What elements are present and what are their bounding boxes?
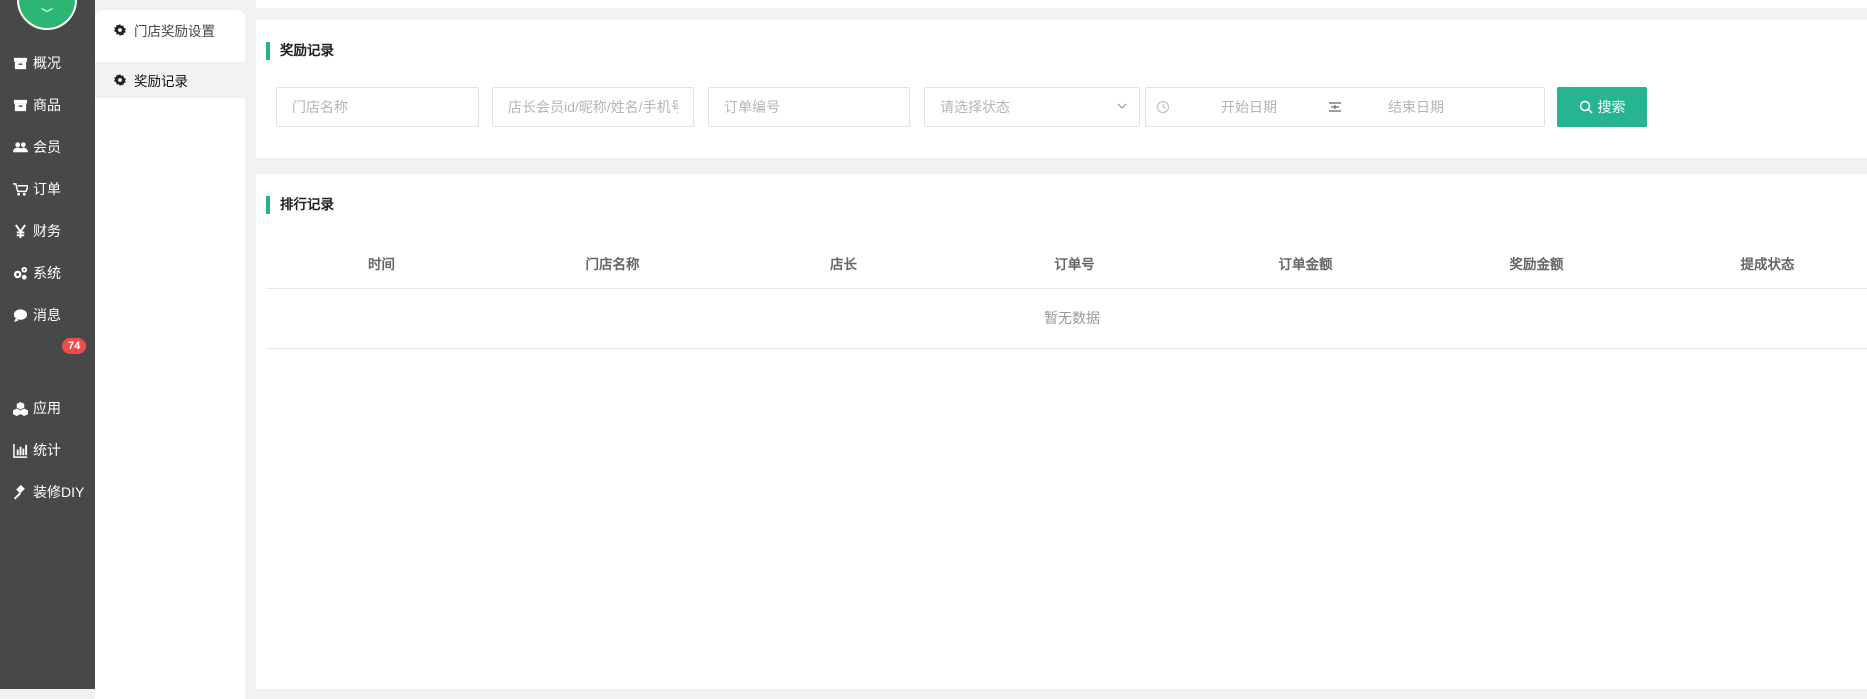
sub-sidebar: 门店奖励设置 奖励记录 [95,10,245,699]
search-button-label: 搜索 [1597,99,1626,115]
nav-label: 商品 [33,97,61,113]
divider [245,10,256,689]
column-header-order-amount: 订单金额 [1278,257,1333,272]
nav-item-messages[interactable]: 消息 [0,297,95,333]
table-row: 暂无数据 [266,289,1867,349]
column-header-time: 时间 [368,257,395,272]
nav-label: 订单 [33,181,61,197]
store-name-field[interactable] [276,87,479,127]
records-card: 排行记录 时间 门店名称 店长 订单号 订单金额 奖励金额 提成状态 暂无数据 [256,174,1867,689]
logo-mark-icon [41,8,53,12]
order-no-field[interactable] [708,87,910,127]
archive-icon [11,54,29,72]
gear-icon [114,24,126,36]
search-card: 奖励记录 请选择状态 开始日期 结束日期 搜索 [256,20,1867,158]
message-count-badge: 74 [62,338,87,354]
column-header-store-name: 门店名称 [585,257,640,272]
subnav-label: 门店奖励设置 [134,24,215,39]
nav-item-apps[interactable]: 应用 [0,390,95,426]
nav-label: 会员 [33,139,61,155]
manager-field[interactable] [492,87,694,127]
nav-item-members[interactable]: 会员 [0,129,95,165]
cart-icon [11,180,29,198]
gear-icon [114,74,126,86]
chevron-down-icon [1117,103,1127,109]
nav-item-finance[interactable]: 财务 [0,213,95,249]
comment-icon [11,306,29,324]
start-date-input[interactable]: 开始日期 [1221,88,1277,126]
section-title: 奖励记录 [266,42,334,60]
column-header-order-no: 订单号 [1054,257,1095,272]
subnav-item-store-reward-settings[interactable]: 门店奖励设置 [95,12,245,48]
empty-state-text: 暂无数据 [1044,310,1100,326]
main-sidebar: 概况 商品 会员 订单 财务 系统 消息 74 应用 统计 装修DIY [0,0,95,689]
search-button[interactable]: 搜索 [1557,87,1647,127]
end-date-input[interactable]: 结束日期 [1388,88,1444,126]
status-select-value: 请选择状态 [940,99,1010,115]
yen-icon [11,222,29,240]
nav-label: 财务 [33,223,61,239]
logo[interactable] [17,0,77,30]
users-icon [11,138,29,156]
column-header-manager: 店长 [830,257,857,272]
nav-item-orders[interactable]: 订单 [0,171,95,207]
nav-label: 消息 [33,307,61,323]
clock-icon [1157,101,1169,113]
manager-input[interactable] [493,88,693,126]
range-separator-icon [1329,102,1341,112]
nav-label: 装修DIY [33,484,85,500]
gavel-icon [11,483,29,501]
nav-item-system[interactable]: 系统 [0,255,95,291]
date-range-picker[interactable]: 开始日期 结束日期 [1145,87,1545,127]
archive-icon [11,96,29,114]
nav-item-goods[interactable]: 商品 [0,87,95,123]
store-name-input[interactable] [277,88,478,126]
nav-item-statistics[interactable]: 统计 [0,432,95,468]
column-header-reward-amount: 奖励金额 [1509,257,1564,272]
section-title: 排行记录 [266,196,334,214]
nav-label: 系统 [33,265,61,281]
order-no-input[interactable] [709,88,909,126]
subnav-label: 奖励记录 [134,74,188,89]
subnav-item-reward-records[interactable]: 奖励记录 [95,62,245,98]
bar-chart-icon [11,441,29,459]
cubes-icon [11,399,29,417]
search-icon [1579,100,1593,114]
status-select[interactable]: 请选择状态 [924,87,1140,127]
nav-label: 统计 [33,442,61,458]
nav-label: 概况 [33,55,61,71]
column-header-commission-status: 提成状态 [1740,257,1795,272]
nav-item-decoration[interactable]: 装修DIY [0,474,95,510]
nav-item-overview[interactable]: 概况 [0,45,95,81]
nav-label: 应用 [33,400,61,416]
table-header: 时间 门店名称 店长 订单号 订单金额 奖励金额 提成状态 [266,242,1867,289]
top-strip [256,0,1867,8]
gears-icon [11,264,29,282]
